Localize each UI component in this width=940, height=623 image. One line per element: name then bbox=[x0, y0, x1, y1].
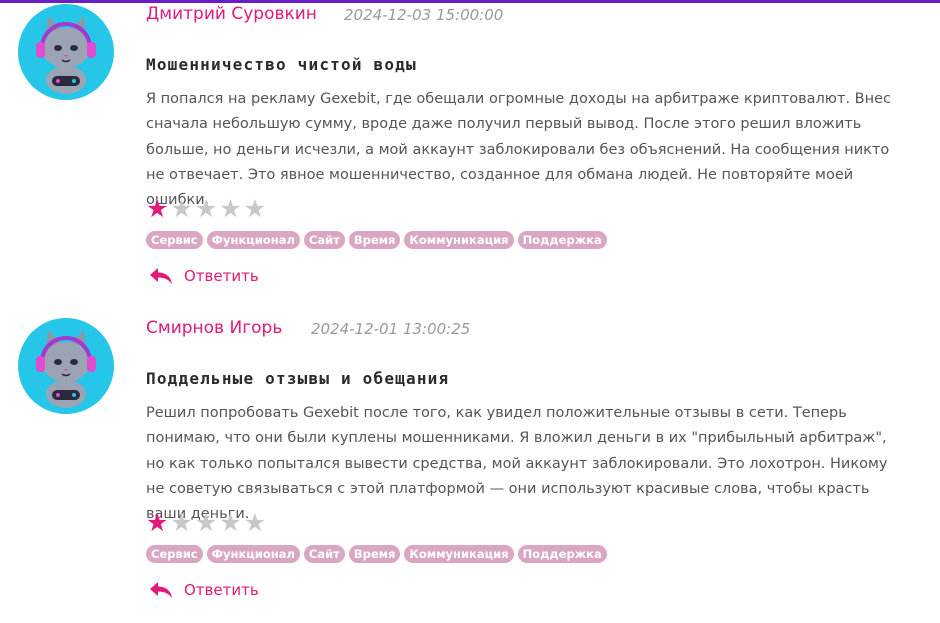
review-author[interactable]: Дмитрий Суровкин bbox=[146, 4, 317, 24]
star-icon: ★ bbox=[170, 508, 193, 537]
rating-stars: ★ ★ ★ ★ ★ bbox=[146, 196, 266, 221]
reply-arrow-icon bbox=[150, 268, 172, 284]
review-card: Смирнов Игорь 2024-12-01 13:00:25 Поддел… bbox=[0, 314, 940, 614]
review-tags: Сервис Функционал Сайт Время Коммуникаци… bbox=[146, 545, 607, 563]
star-icon: ★ bbox=[170, 194, 193, 223]
reply-button[interactable]: Ответить bbox=[148, 580, 259, 600]
tag[interactable]: Сайт bbox=[303, 545, 345, 563]
star-icon: ★ bbox=[219, 194, 242, 223]
rating-stars: ★ ★ ★ ★ ★ bbox=[146, 510, 266, 535]
review-tags: Сервис Функционал Сайт Время Коммуникаци… bbox=[146, 231, 607, 249]
reply-arrow-icon bbox=[150, 582, 172, 598]
star-icon: ★ bbox=[219, 508, 242, 537]
review-author[interactable]: Смирнов Игорь bbox=[146, 318, 282, 338]
review-date: 2024-12-03 15:00:00 bbox=[344, 6, 504, 24]
tag[interactable]: Поддержка bbox=[517, 545, 607, 563]
review-title: Поддельные отзывы и обещания bbox=[146, 369, 450, 388]
cat-gamer-avatar-icon bbox=[36, 330, 96, 408]
tag[interactable]: Поддержка bbox=[517, 231, 607, 249]
star-icon: ★ bbox=[194, 508, 218, 537]
review-date: 2024-12-01 13:00:25 bbox=[311, 320, 471, 338]
tag[interactable]: Сервис bbox=[146, 545, 203, 563]
user-avatar bbox=[18, 318, 114, 414]
star-icon: ★ bbox=[146, 194, 169, 223]
tag[interactable]: Функционал bbox=[206, 545, 300, 563]
star-icon: ★ bbox=[146, 508, 169, 537]
star-icon: ★ bbox=[243, 194, 267, 223]
reply-label: Ответить bbox=[184, 267, 259, 285]
cat-gamer-avatar-icon bbox=[36, 16, 96, 94]
star-icon: ★ bbox=[243, 508, 267, 537]
reply-label: Ответить bbox=[184, 581, 259, 599]
tag[interactable]: Функционал bbox=[206, 231, 300, 249]
review-title: Мошенничество чистой воды bbox=[146, 55, 417, 74]
tag[interactable]: Время bbox=[348, 231, 401, 249]
tag[interactable]: Сайт bbox=[303, 231, 345, 249]
reply-button[interactable]: Ответить bbox=[148, 266, 259, 286]
tag[interactable]: Сервис bbox=[146, 231, 203, 249]
user-avatar bbox=[18, 4, 114, 100]
tag[interactable]: Время bbox=[348, 545, 401, 563]
tag[interactable]: Коммуникация bbox=[404, 545, 514, 563]
star-icon: ★ bbox=[194, 194, 218, 223]
tag[interactable]: Коммуникация bbox=[404, 231, 514, 249]
review-card: Дмитрий Суровкин 2024-12-03 15:00:00 Мош… bbox=[0, 0, 940, 300]
